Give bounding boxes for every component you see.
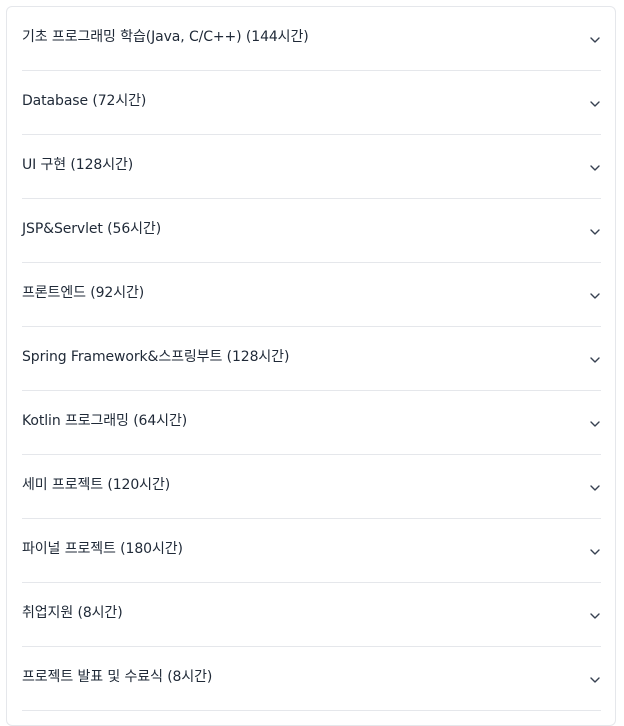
accordion-item-final-project[interactable]: 파이널 프로젝트 (180시간)	[22, 519, 601, 583]
chevron-down-icon[interactable]	[589, 226, 601, 238]
accordion-item-basic-programming[interactable]: 기초 프로그래밍 학습(Java, C/C++) (144시간)	[22, 7, 601, 71]
chevron-down-icon[interactable]	[589, 418, 601, 430]
accordion-item-database[interactable]: Database (72시간)	[22, 71, 601, 135]
accordion-item-job-support[interactable]: 취업지원 (8시간)	[22, 583, 601, 647]
chevron-down-icon[interactable]	[589, 546, 601, 558]
accordion-item-title: 프론트엔드 (92시간)	[22, 285, 145, 301]
accordion-item-ui[interactable]: UI 구현 (128시간)	[22, 135, 601, 199]
chevron-down-icon[interactable]	[589, 290, 601, 302]
chevron-down-icon[interactable]	[589, 98, 601, 110]
accordion-item-title: 파이널 프로젝트 (180시간)	[22, 541, 183, 557]
chevron-down-icon[interactable]	[589, 610, 601, 622]
accordion-item-title: 취업지원 (8시간)	[22, 605, 123, 621]
chevron-down-icon[interactable]	[589, 162, 601, 174]
accordion-item-title: Database (72시간)	[22, 93, 147, 109]
accordion-item-title: 기초 프로그래밍 학습(Java, C/C++) (144시간)	[22, 29, 309, 45]
accordion-item-kotlin[interactable]: Kotlin 프로그래밍 (64시간)	[22, 391, 601, 455]
chevron-down-icon[interactable]	[589, 674, 601, 686]
accordion-item-title: JSP&Servlet (56시간)	[22, 221, 162, 237]
chevron-down-icon[interactable]	[589, 34, 601, 46]
chevron-down-icon[interactable]	[589, 354, 601, 366]
curriculum-panel: 기초 프로그래밍 학습(Java, C/C++) (144시간) Databas…	[6, 6, 616, 726]
accordion-item-title: 세미 프로젝트 (120시간)	[22, 477, 171, 493]
accordion-item-frontend[interactable]: 프론트엔드 (92시간)	[22, 263, 601, 327]
accordion-item-jsp-servlet[interactable]: JSP&Servlet (56시간)	[22, 199, 601, 263]
accordion-item-title: Kotlin 프로그래밍 (64시간)	[22, 413, 188, 429]
accordion-item-presentation[interactable]: 프로젝트 발표 및 수료식 (8시간)	[22, 647, 601, 711]
accordion-item-semi-project[interactable]: 세미 프로젝트 (120시간)	[22, 455, 601, 519]
curriculum-accordion: 기초 프로그래밍 학습(Java, C/C++) (144시간) Databas…	[22, 7, 601, 711]
accordion-item-title: UI 구현 (128시간)	[22, 157, 134, 173]
accordion-item-title: Spring Framework&스프링부트 (128시간)	[22, 349, 290, 365]
accordion-item-title: 프로젝트 발표 및 수료식 (8시간)	[22, 669, 213, 685]
chevron-down-icon[interactable]	[589, 482, 601, 494]
accordion-item-spring[interactable]: Spring Framework&스프링부트 (128시간)	[22, 327, 601, 391]
